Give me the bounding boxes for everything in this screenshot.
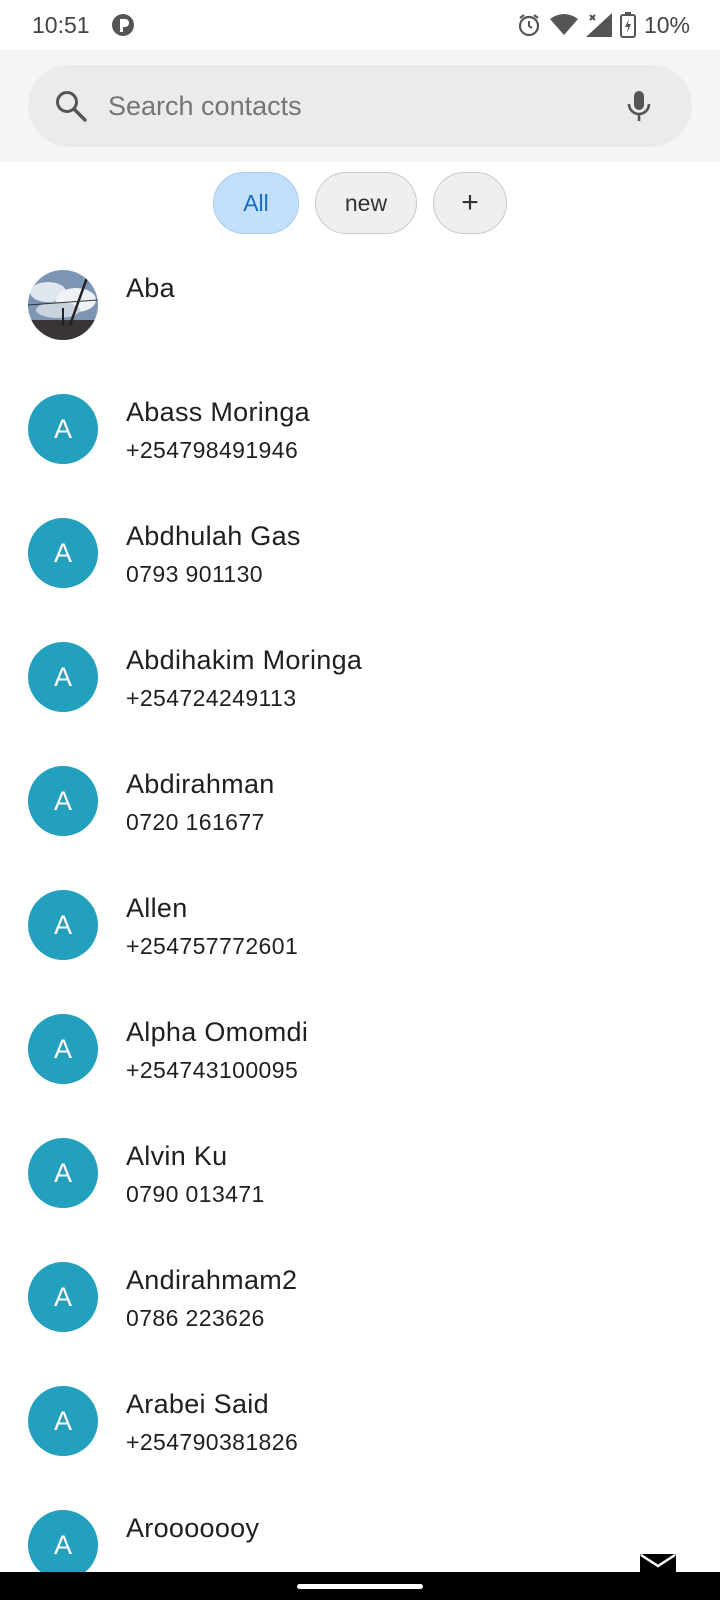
signal-icon [585,13,612,37]
contact-initial-avatar: A [28,1262,98,1332]
search-input[interactable] [108,90,622,122]
contact-initial-avatar: A [28,890,98,960]
alarm-icon [516,12,542,38]
contact-initial-avatar: A [28,642,98,712]
contact-text: Alvin Ku 0790 013471 [126,1138,265,1208]
battery-percent: 10% [643,11,690,38]
search-icon [54,89,88,123]
contact-row[interactable]: A Abass Moringa +254798491946 [0,368,720,492]
contact-phone: 0720 161677 [126,809,265,835]
contact-row[interactable]: A Abdirahman 0720 161677 [0,740,720,864]
contact-list: Aba A Abass Moringa +254798491946 A Abdh… [0,244,720,1600]
contact-initial-avatar: A [28,1014,98,1084]
contact-initial-avatar: A [28,1386,98,1456]
contact-text: Allen +254757772601 [126,890,298,960]
contact-text: Abdirahman 0720 161677 [126,766,275,836]
contact-phone: 0790 013471 [126,1181,265,1207]
contact-name: Abass Moringa [126,397,310,427]
status-bar: 10:51 10% [0,0,720,50]
home-gesture-handle[interactable] [297,1584,423,1589]
contact-initial-avatar: A [28,1138,98,1208]
status-left: 10:51 [32,12,136,39]
contact-text: Andirahmam2 0786 223626 [126,1262,297,1332]
add-label-button[interactable]: + [433,172,507,234]
contact-text: Arabei Said +254790381826 [126,1386,298,1456]
contact-text: Alpha Omomdi +254743100095 [126,1014,308,1084]
wifi-icon [549,13,578,37]
contact-name: Abdirahman [126,769,275,799]
contact-row[interactable]: A Abdihakim Moringa +254724249113 [0,616,720,740]
contact-text: Arooooooy [126,1510,259,1544]
contact-phone: +254724249113 [126,685,297,711]
contact-name: Allen [126,893,188,923]
contact-row[interactable]: A Allen +254757772601 [0,864,720,988]
contact-text: Abdihakim Moringa +254724249113 [126,642,362,712]
contact-row[interactable]: Aba [0,244,720,368]
battery-icon [619,12,636,38]
contact-name: Aba [126,273,175,303]
contact-photo-avatar [28,270,98,340]
contact-row[interactable]: A Abdhulah Gas 0793 901130 [0,492,720,616]
contact-text: Aba [126,270,175,304]
chip-all[interactable]: All [213,172,299,234]
contact-name: Abdihakim Moringa [126,645,363,675]
contact-name: Abdhulah Gas [126,521,301,551]
contact-initial-avatar: A [28,394,98,464]
contact-initial-avatar: A [28,1510,98,1580]
navigation-bar [0,1572,720,1600]
contact-row[interactable]: A Alpha Omomdi +254743100095 [0,988,720,1112]
search-area [0,50,720,162]
contact-text: Abass Moringa +254798491946 [126,394,310,464]
status-right: 10% [516,12,690,39]
contact-phone: +254757772601 [126,933,299,959]
contact-name: Alvin Ku [126,1141,228,1171]
chip-new[interactable]: new [315,172,417,234]
label-filter-chips: All new + [0,162,720,244]
contact-initial-avatar: A [28,766,98,836]
app-notification-icon [110,12,136,38]
contact-text: Abdhulah Gas 0793 901130 [126,518,301,588]
contact-name: Andirahmam2 [126,1265,298,1295]
contact-phone: +254790381826 [126,1429,299,1455]
contact-initial-avatar: A [28,518,98,588]
contact-row[interactable]: A Arabei Said +254790381826 [0,1360,720,1484]
contact-name: Alpha Omomdi [126,1017,309,1047]
status-time: 10:51 [32,11,90,38]
contact-name: Arooooooy [126,1513,260,1543]
search-bar[interactable] [28,65,692,147]
contact-phone: 0786 223626 [126,1305,265,1331]
contact-row[interactable]: A Alvin Ku 0790 013471 [0,1112,720,1236]
contact-row[interactable]: A Andirahmam2 0786 223626 [0,1236,720,1360]
microphone-icon[interactable] [622,89,656,123]
contact-phone: 0793 901130 [126,561,263,587]
contact-phone: +254798491946 [126,437,299,463]
contact-name: Arabei Said [126,1389,269,1419]
contact-phone: +254743100095 [126,1057,299,1083]
